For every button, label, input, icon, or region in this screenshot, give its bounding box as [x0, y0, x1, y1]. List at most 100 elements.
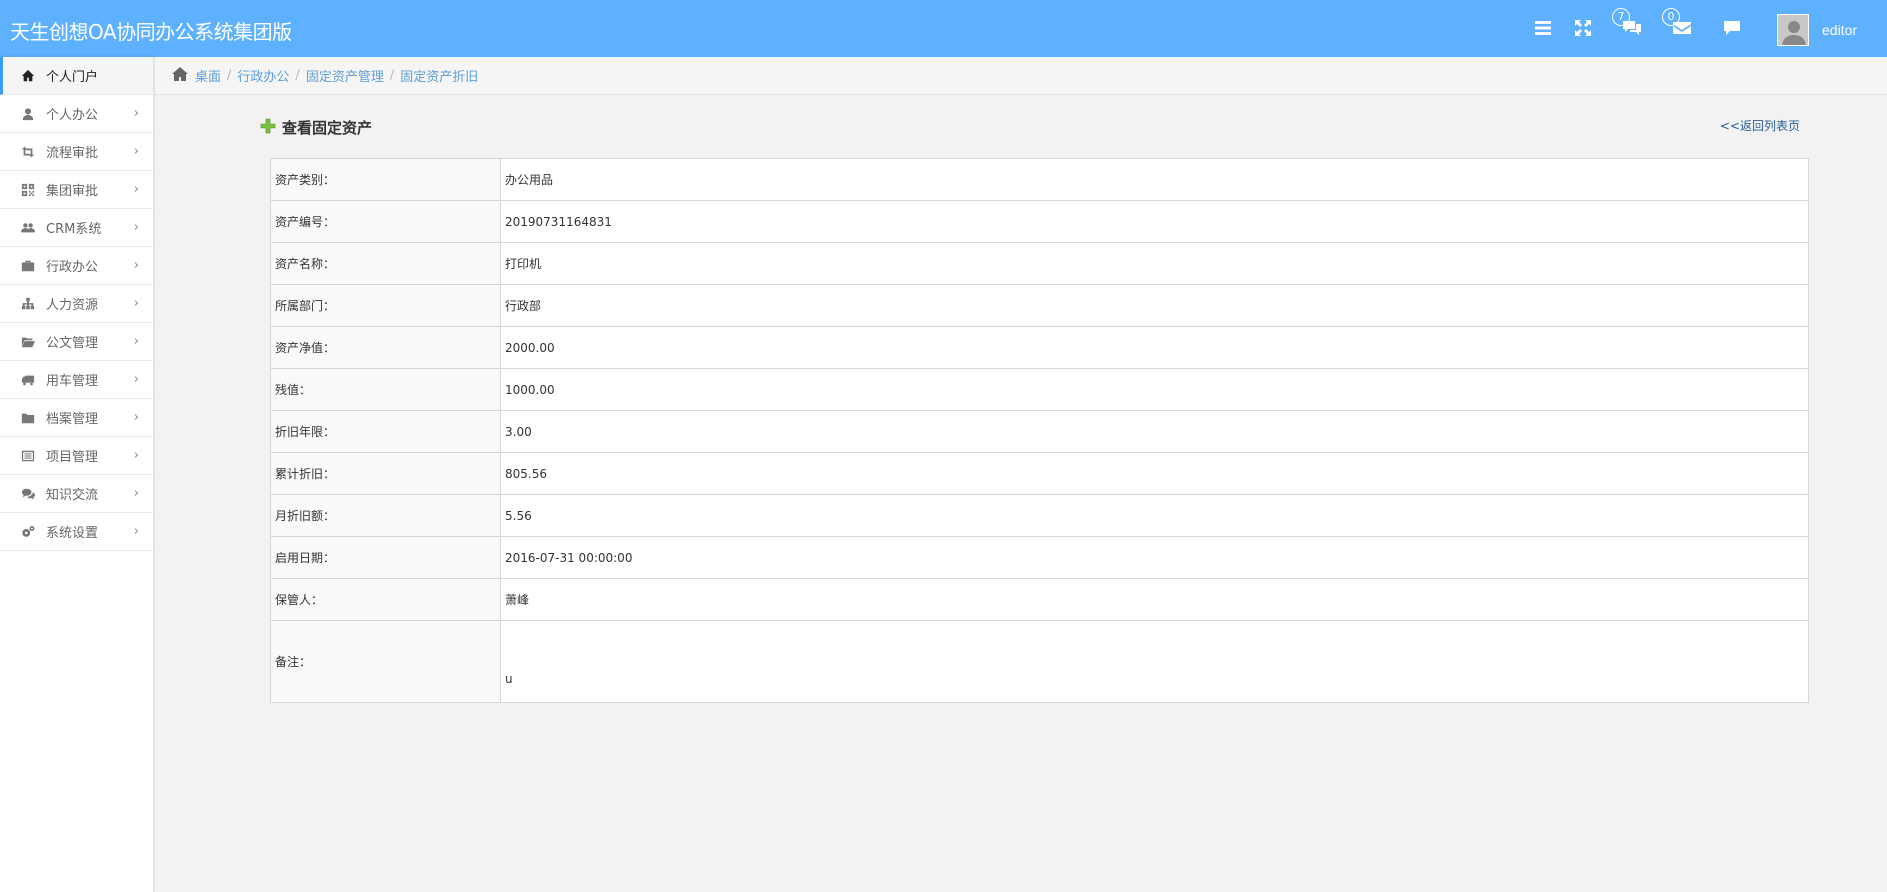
- sidebar-item-portal[interactable]: 个人门户: [0, 57, 153, 95]
- table-row: 残值： 1000.00: [270, 368, 1809, 411]
- sidebar-item-archives[interactable]: 档案管理 ›: [0, 399, 153, 437]
- sidebar-item-label: CRM系统: [46, 222, 102, 237]
- breadcrumb-fixed-assets[interactable]: 固定资产管理: [306, 66, 384, 85]
- table-row: 资产净值： 2000.00: [270, 326, 1809, 369]
- sidebar-item-admin-office[interactable]: 行政办公 ›: [0, 247, 153, 285]
- sidebar-item-label: 行政办公: [46, 260, 99, 275]
- sidebar-item-label: 项目管理: [46, 450, 99, 465]
- sidebar-item-settings[interactable]: 系统设置 ›: [0, 513, 153, 551]
- field-value: 行政部: [500, 284, 1809, 327]
- chevron-right-icon: ›: [133, 106, 139, 121]
- qrcode-icon: [20, 182, 36, 198]
- chevron-right-icon: ›: [133, 258, 139, 273]
- page-title-text: 查看固定资产: [282, 119, 373, 137]
- field-label: 资产净值：: [270, 326, 501, 369]
- page-title: 查看固定资产: [260, 117, 372, 138]
- sidebar-item-label: 公文管理: [46, 336, 99, 351]
- sidebar: 个人门户 个人办公 › 流程审批 › 集团审批 › CRM系统 › 行政办公 ›…: [0, 57, 154, 892]
- mail-badge: 0: [1662, 8, 1680, 26]
- breadcrumb-admin-office[interactable]: 行政办公: [237, 66, 289, 85]
- cogs-icon: [20, 524, 36, 540]
- table-row: 备注： u: [270, 620, 1809, 703]
- home-icon: [20, 68, 36, 84]
- mail-icon[interactable]: 0: [1662, 8, 1694, 40]
- sidebar-item-hr[interactable]: 人力资源 ›: [0, 285, 153, 323]
- top-header: 天生创想OA协同办公系统集团版 7 0 editor: [0, 0, 1887, 57]
- chat-icon[interactable]: 7: [1612, 8, 1644, 40]
- field-label: 资产名称：: [270, 242, 501, 285]
- chevron-right-icon: ›: [133, 448, 139, 463]
- table-row: 启用日期： 2016-07-31 00:00:00: [270, 536, 1809, 579]
- field-value: 2000.00: [500, 326, 1809, 369]
- sidebar-item-label: 知识交流: [46, 488, 99, 503]
- group-icon: [20, 220, 36, 236]
- chat-badge: 7: [1612, 8, 1630, 26]
- field-label: 残值：: [270, 368, 501, 411]
- chevron-right-icon: ›: [133, 524, 139, 539]
- chevron-right-icon: ›: [133, 410, 139, 425]
- sidebar-item-label: 个人办公: [46, 108, 99, 123]
- chevron-right-icon: ›: [133, 334, 139, 349]
- chevron-right-icon: ›: [133, 486, 139, 501]
- field-value: 萧峰: [500, 578, 1809, 621]
- field-value: 805.56: [500, 452, 1809, 495]
- sidebar-item-label: 人力资源: [46, 298, 99, 313]
- comments-icon: [20, 486, 36, 502]
- sidebar-item-documents[interactable]: 公文管理 ›: [0, 323, 153, 361]
- field-value: 5.56: [500, 494, 1809, 537]
- home-icon[interactable]: [171, 66, 195, 86]
- field-label: 折旧年限：: [270, 410, 501, 453]
- table-row: 资产编号： 20190731164831: [270, 200, 1809, 243]
- sidebar-item-knowledge[interactable]: 知识交流 ›: [0, 475, 153, 513]
- field-label: 保管人：: [270, 578, 501, 621]
- table-row: 资产类别： 办公用品: [270, 158, 1809, 201]
- sidebar-item-crm[interactable]: CRM系统 ›: [0, 209, 153, 247]
- briefcase-icon: [20, 258, 36, 274]
- table-row: 累计折旧： 805.56: [270, 452, 1809, 495]
- field-label: 备注：: [270, 620, 501, 703]
- breadcrumb-desktop[interactable]: 桌面: [195, 66, 221, 85]
- field-label: 所属部门：: [270, 284, 501, 327]
- chevron-right-icon: ›: [133, 144, 139, 159]
- table-row: 所属部门： 行政部: [270, 284, 1809, 327]
- table-row: 月折旧额： 5.56: [270, 494, 1809, 537]
- sidebar-item-personal-office[interactable]: 个人办公 ›: [0, 95, 153, 133]
- field-value: 20190731164831: [500, 200, 1809, 243]
- chevron-right-icon: ›: [133, 296, 139, 311]
- sidebar-item-label: 用车管理: [46, 374, 99, 389]
- app-title: 天生创想OA协同办公系统集团版: [10, 20, 292, 44]
- field-value: 2016-07-31 00:00:00: [500, 536, 1809, 579]
- table-row: 保管人： 萧峰: [270, 578, 1809, 621]
- field-label: 资产类别：: [270, 158, 501, 201]
- sidebar-item-vehicles[interactable]: 用车管理 ›: [0, 361, 153, 399]
- menu-icon[interactable]: [1533, 18, 1555, 40]
- fullscreen-icon[interactable]: [1573, 18, 1595, 40]
- field-value: 打印机: [500, 242, 1809, 285]
- field-label: 启用日期：: [270, 536, 501, 579]
- sidebar-item-projects[interactable]: 项目管理 ›: [0, 437, 153, 475]
- chevron-right-icon: ›: [133, 182, 139, 197]
- breadcrumb-separator: /: [227, 68, 232, 83]
- sidebar-item-label: 流程审批: [46, 146, 99, 161]
- back-to-list-link[interactable]: <<返回列表页: [1720, 117, 1800, 134]
- sitemap-icon: [20, 296, 36, 312]
- plus-icon: [260, 118, 282, 138]
- field-label: 资产编号：: [270, 200, 501, 243]
- field-value: 办公用品: [500, 158, 1809, 201]
- message-icon[interactable]: [1722, 18, 1744, 40]
- breadcrumb-separator: /: [295, 68, 300, 83]
- sidebar-item-label: 档案管理: [46, 412, 99, 427]
- sidebar-item-group-approval[interactable]: 集团审批 ›: [0, 171, 153, 209]
- username[interactable]: editor: [1822, 22, 1857, 38]
- field-label: 累计折旧：: [270, 452, 501, 495]
- sidebar-item-workflow[interactable]: 流程审批 ›: [0, 133, 153, 171]
- sidebar-item-label: 系统设置: [46, 526, 99, 541]
- table-row: 折旧年限： 3.00: [270, 410, 1809, 453]
- breadcrumb-depreciation[interactable]: 固定资产折旧: [400, 66, 478, 85]
- field-label: 月折旧额：: [270, 494, 501, 537]
- avatar[interactable]: [1777, 14, 1809, 46]
- truck-icon: [20, 372, 36, 388]
- retweet-icon: [20, 144, 36, 160]
- main-content: 查看固定资产 <<返回列表页 资产类别： 办公用品 资产编号： 20190731…: [155, 96, 1887, 892]
- breadcrumb-separator: /: [389, 68, 395, 83]
